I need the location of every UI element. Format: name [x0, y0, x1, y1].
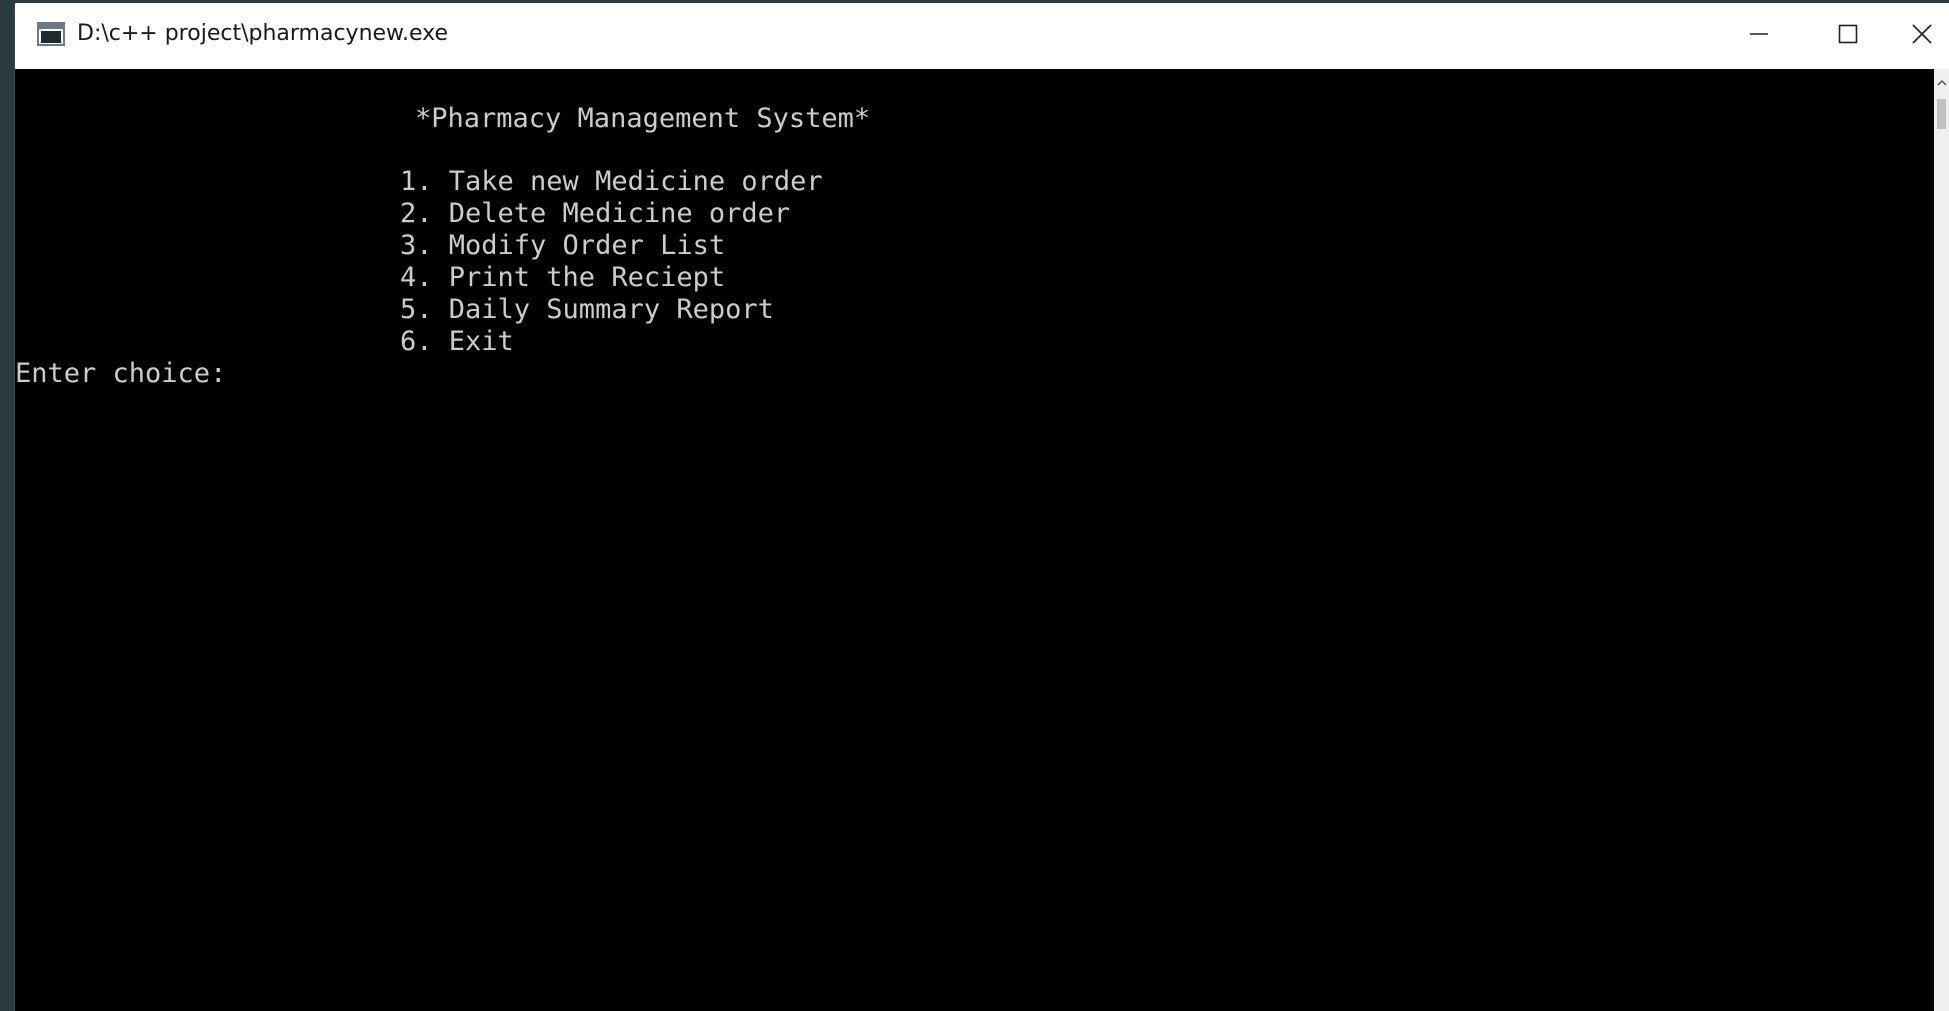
vertical-scrollbar[interactable] — [1934, 69, 1949, 1011]
console-window: D:\c++ project\pharmacynew.exe *Pharmacy… — [14, 3, 1949, 1011]
menu-item-delete-order: 2. Delete Medicine order — [400, 198, 791, 229]
menu-list: 1. Take new Medicine order 2. Delete Med… — [400, 166, 823, 358]
maximize-button[interactable] — [1804, 3, 1892, 69]
scrollbar-thumb[interactable] — [1937, 99, 1946, 129]
menu-item-daily-summary: 5. Daily Summary Report — [400, 294, 774, 325]
title-bar[interactable]: D:\c++ project\pharmacynew.exe — [15, 3, 1949, 69]
close-button[interactable] — [1893, 3, 1949, 69]
scroll-up-icon[interactable] — [1934, 73, 1949, 93]
close-icon — [1911, 23, 1932, 49]
menu-item-exit: 6. Exit — [400, 326, 514, 357]
minimize-button[interactable] — [1715, 3, 1803, 69]
maximize-icon — [1838, 24, 1858, 49]
console-output[interactable]: *Pharmacy Management System* 1. Take new… — [15, 69, 1935, 1011]
window-title: D:\c++ project\pharmacynew.exe — [77, 21, 449, 46]
program-heading: *Pharmacy Management System* — [415, 103, 871, 134]
menu-item-take-new-order: 1. Take new Medicine order — [400, 166, 823, 197]
console-app-icon — [37, 22, 65, 46]
menu-item-print-receipt: 4. Print the Reciept — [400, 262, 726, 293]
input-prompt[interactable]: Enter choice: — [15, 358, 226, 390]
menu-item-modify-order-list: 3. Modify Order List — [400, 230, 726, 261]
minimize-icon — [1749, 24, 1769, 49]
